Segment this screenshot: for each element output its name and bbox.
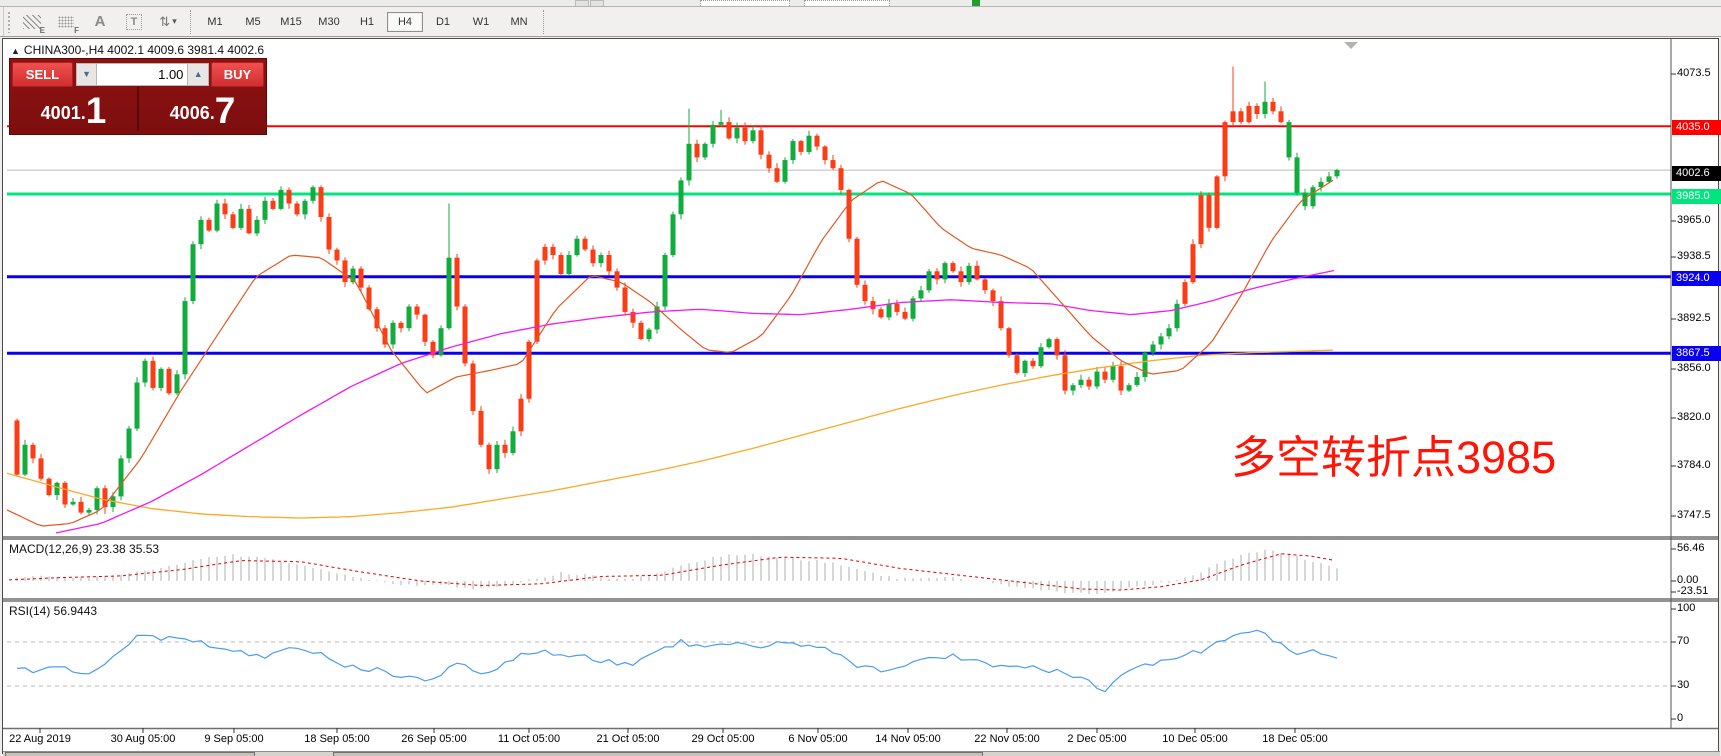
toolbar-separator bbox=[543, 10, 544, 34]
one-click-trade-panel: SELL ▼ ▲ BUY 4001.1 4006.7 bbox=[9, 58, 267, 135]
volume-increase-button[interactable]: ▲ bbox=[187, 63, 209, 86]
toolbar-drag-handle[interactable] bbox=[7, 11, 12, 33]
ma-mid-magenta-line bbox=[56, 271, 1334, 533]
axis-tick-label: 3965.0 bbox=[1677, 214, 1711, 226]
axis-tick-label: 3820.0 bbox=[1677, 411, 1711, 423]
volume-input[interactable] bbox=[97, 63, 187, 86]
toolbar-separator bbox=[190, 10, 191, 34]
rsi-panel bbox=[7, 630, 1671, 692]
timeframe-buttons: M1M5M15M30H1H4D1W1MN bbox=[196, 12, 538, 32]
indicators-hatch-icon[interactable]: E bbox=[19, 11, 45, 33]
date-tick-label: 30 Aug 05:00 bbox=[111, 733, 176, 745]
price-chart-canvas[interactable] bbox=[3, 39, 1718, 753]
axis-tick-label: 100 bbox=[1677, 602, 1695, 614]
tf-button-MN[interactable]: MN bbox=[501, 12, 537, 32]
axis-ticks bbox=[40, 74, 1676, 733]
terminal-tab-partial[interactable] bbox=[5, 752, 255, 756]
price-badge: 4002.6 bbox=[1672, 166, 1721, 181]
tf-button-H4[interactable]: H4 bbox=[387, 12, 423, 32]
date-tick-label: 2 Dec 05:00 bbox=[1067, 733, 1126, 745]
axis-tick-label: 3747.5 bbox=[1677, 509, 1711, 521]
date-tick-label: 29 Oct 05:00 bbox=[692, 733, 755, 745]
symbol-combo-cropped[interactable] bbox=[700, 0, 790, 6]
date-tick-label: 18 Dec 05:00 bbox=[1262, 733, 1327, 745]
tf-button-M30[interactable]: M30 bbox=[311, 12, 347, 32]
period-combo-cropped[interactable] bbox=[804, 0, 890, 6]
tf-button-M1[interactable]: M1 bbox=[197, 12, 233, 32]
grid-pattern-icon[interactable]: F bbox=[53, 11, 79, 33]
date-tick-label: 11 Oct 05:00 bbox=[498, 733, 560, 745]
axis-tick-label: 3784.0 bbox=[1677, 459, 1711, 471]
buy-price-display[interactable]: 4006.7 bbox=[139, 87, 266, 131]
axis-tick-label: 0 bbox=[1677, 712, 1683, 724]
mini-toolbutton[interactable] bbox=[590, 0, 604, 6]
chart-annotation-text: 多空转折点3985 bbox=[1231, 421, 1556, 486]
macd-panel bbox=[9, 550, 1337, 594]
buy-price-main: 4006 bbox=[170, 98, 210, 128]
date-tick-label: 9 Sep 05:00 bbox=[204, 733, 263, 745]
axis-tick-label: 3892.5 bbox=[1677, 312, 1711, 324]
axis-tick-label: 3938.5 bbox=[1677, 250, 1711, 262]
date-tick-label: 6 Nov 05:00 bbox=[788, 733, 847, 745]
date-tick-label: 22 Aug 2019 bbox=[9, 733, 71, 745]
sell-price-big-digit: 1 bbox=[86, 94, 107, 128]
volume-decrease-button[interactable]: ▼ bbox=[76, 63, 98, 86]
toolbar-edge bbox=[0, 7, 4, 36]
text-label-icon[interactable]: A bbox=[87, 11, 113, 33]
mini-toolbutton[interactable] bbox=[575, 0, 589, 6]
date-tick-label: 22 Nov 05:00 bbox=[974, 733, 1039, 745]
axis-tick-label: 30 bbox=[1677, 679, 1689, 691]
price-badge: 3924.0 bbox=[1672, 271, 1721, 286]
cycle-arrows-icon[interactable]: ⇅▾ bbox=[155, 11, 181, 33]
axis-tick-label: 70 bbox=[1677, 635, 1689, 647]
terminal-tabs-cropped bbox=[3, 751, 1720, 756]
axis-tick-label: 4073.5 bbox=[1677, 67, 1711, 79]
ma-slow-orange-line bbox=[7, 350, 1333, 518]
text-box-icon[interactable]: T bbox=[121, 11, 147, 33]
chart-shift-triangle-icon[interactable] bbox=[1344, 42, 1358, 49]
date-tick-label: 14 Nov 05:00 bbox=[875, 733, 940, 745]
axis-tick-label: 56.46 bbox=[1677, 542, 1705, 554]
tf-button-W1[interactable]: W1 bbox=[463, 12, 499, 32]
buy-price-big-digit: 7 bbox=[215, 94, 236, 128]
collapse-arrow-icon[interactable]: ▲ bbox=[11, 46, 20, 56]
rsi-indicator-label: RSI(14) 56.9443 bbox=[9, 604, 97, 618]
ohlc-text: CHINA300-,H4 4002.1 4009.6 3981.4 4002.6 bbox=[24, 43, 264, 57]
terminal-tab-partial[interactable] bbox=[333, 752, 983, 756]
sell-price-main: 4001 bbox=[41, 98, 81, 128]
price-badge: 3985.0 bbox=[1672, 189, 1721, 204]
ohlc-header: ▲ CHINA300-,H4 4002.1 4009.6 3981.4 4002.… bbox=[11, 43, 264, 57]
date-tick-label: 21 Oct 05:00 bbox=[597, 733, 660, 745]
date-tick-label: 18 Sep 05:00 bbox=[304, 733, 369, 745]
sell-button[interactable]: SELL bbox=[12, 62, 73, 87]
rsi-line bbox=[17, 630, 1337, 692]
sell-price-display[interactable]: 4001.1 bbox=[10, 87, 137, 131]
panel-borders bbox=[3, 39, 1718, 729]
chart-window[interactable]: ▲ CHINA300-,H4 4002.1 4009.6 3981.4 4002.… bbox=[2, 38, 1719, 754]
axis-tick-label: -23.51 bbox=[1677, 585, 1708, 597]
tf-button-M5[interactable]: M5 bbox=[235, 12, 271, 32]
price-badge: 3867.5 bbox=[1672, 346, 1721, 361]
tf-button-M15[interactable]: M15 bbox=[273, 12, 309, 32]
price-badge: 4035.0 bbox=[1672, 120, 1721, 135]
horizontal-level-lines bbox=[7, 126, 1671, 353]
macd-signal-line bbox=[9, 554, 1335, 590]
main-toolbar: E F A T ⇅▾ M1M5M15M30H1H4D1W1MN bbox=[0, 7, 1721, 37]
date-tick-label: 26 Sep 05:00 bbox=[401, 733, 466, 745]
status-green-icon bbox=[972, 0, 980, 6]
top-cropped-toolbar bbox=[0, 0, 1721, 7]
tf-button-D1[interactable]: D1 bbox=[425, 12, 461, 32]
tf-button-H1[interactable]: H1 bbox=[349, 12, 385, 32]
date-tick-label: 10 Dec 05:00 bbox=[1162, 733, 1227, 745]
buy-button[interactable]: BUY bbox=[211, 62, 264, 87]
macd-indicator-label: MACD(12,26,9) 23.38 35.53 bbox=[9, 542, 159, 556]
axis-tick-label: 3856.0 bbox=[1677, 362, 1711, 374]
trading-app: { "toolbar": { "icons": [ {"name": "indi… bbox=[0, 0, 1721, 756]
